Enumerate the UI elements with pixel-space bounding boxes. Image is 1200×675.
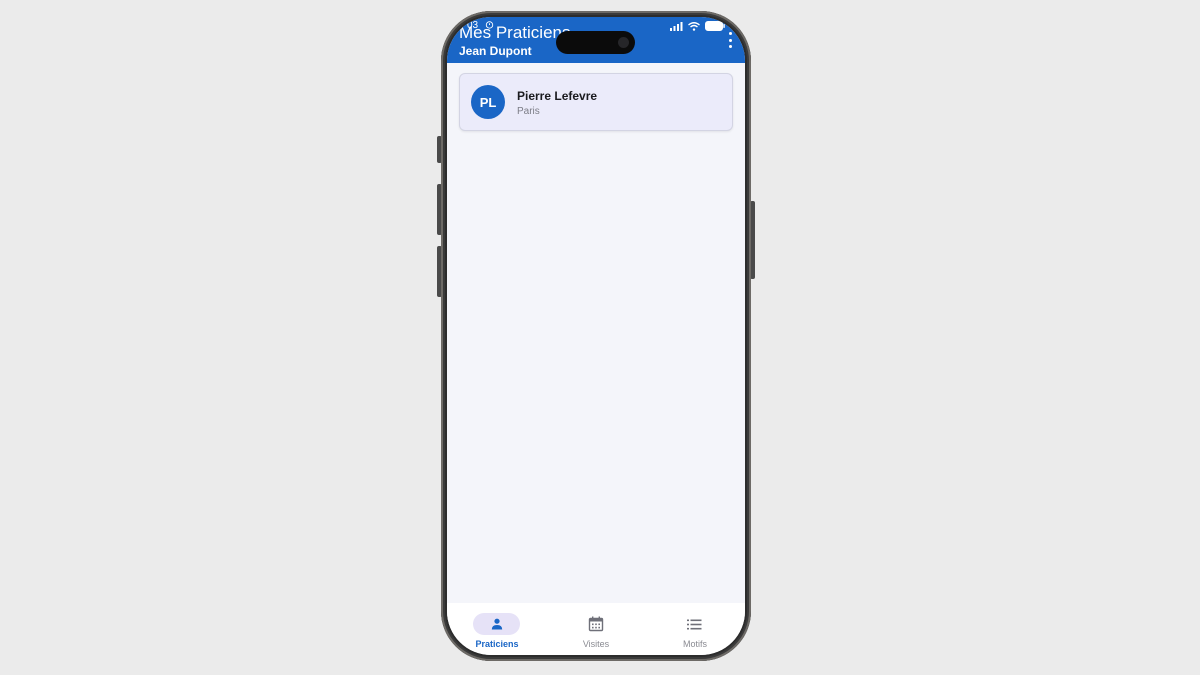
battery-icon bbox=[705, 21, 725, 31]
nav-label-praticiens: Praticiens bbox=[475, 639, 519, 649]
avatar: PL bbox=[471, 85, 505, 119]
stage: 03 Mes Praticiens Jean Dupont PL Pierre … bbox=[0, 0, 1200, 675]
phone-screen: 03 Mes Praticiens Jean Dupont PL Pierre … bbox=[447, 17, 745, 655]
nav-item-visites[interactable]: Visites bbox=[546, 603, 646, 655]
wifi-icon bbox=[688, 21, 700, 31]
practitioner-card[interactable]: PL Pierre Lefevre Paris bbox=[459, 73, 733, 131]
user-name: Jean Dupont bbox=[459, 44, 532, 58]
front-camera bbox=[618, 37, 629, 48]
more-options-button[interactable] bbox=[725, 32, 735, 48]
more-vert-icon bbox=[728, 32, 732, 35]
page-title: Mes Praticiens bbox=[459, 23, 571, 42]
nav-label-visites: Visites bbox=[582, 639, 610, 649]
nav-label-motifs: Motifs bbox=[682, 639, 707, 649]
nav-item-praticiens[interactable]: Praticiens bbox=[447, 603, 547, 655]
signal-icon bbox=[670, 21, 683, 31]
dynamic-island bbox=[556, 31, 635, 54]
list-icon bbox=[687, 619, 702, 629]
person-icon bbox=[491, 618, 502, 630]
status-icons bbox=[670, 20, 725, 32]
app-bar: 03 Mes Praticiens Jean Dupont bbox=[447, 17, 745, 63]
practitioner-name: Pierre Lefevre bbox=[517, 89, 598, 103]
nav-item-motifs[interactable]: Motifs bbox=[645, 603, 745, 655]
practitioner-list: PL Pierre Lefevre Paris bbox=[447, 63, 745, 603]
calendar-icon bbox=[588, 616, 603, 632]
nav-active-indicator bbox=[473, 613, 520, 635]
bottom-navigation: Praticiens Visites Motifs bbox=[447, 603, 745, 655]
practitioner-city: Paris bbox=[517, 106, 540, 117]
